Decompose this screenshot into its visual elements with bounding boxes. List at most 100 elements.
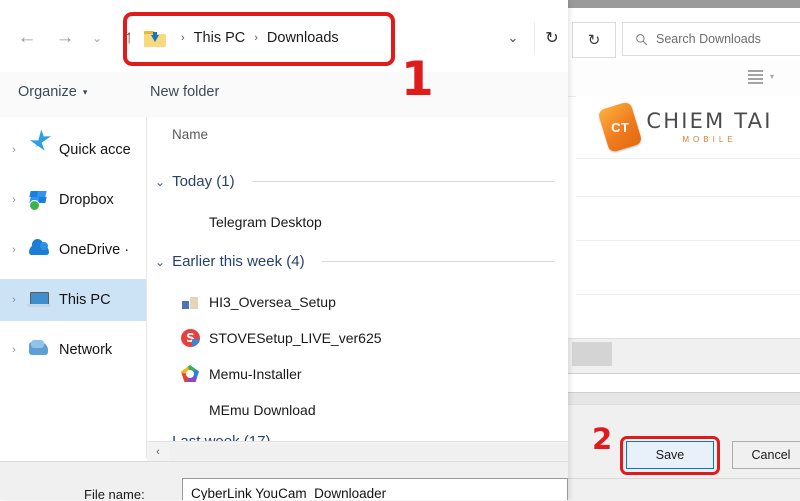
- background-separator: [576, 196, 800, 197]
- watermark-wordmark: CHIEM TAI MOBILE: [646, 108, 773, 144]
- breadcrumb-downloads[interactable]: Downloads: [267, 30, 339, 46]
- sidebar-item-this-pc[interactable]: › This PC: [0, 279, 146, 321]
- organize-menu-button[interactable]: Organize ▾: [18, 84, 87, 100]
- chevron-down-icon[interactable]: ⌄: [155, 255, 165, 269]
- sidebar-label: Network: [59, 342, 113, 358]
- background-search-placeholder: Search Downloads: [656, 32, 761, 46]
- annotation-step-2: 2: [592, 422, 613, 456]
- computer-icon: [27, 289, 52, 311]
- chevron-down-icon[interactable]: ⌄: [155, 175, 165, 189]
- file-list-pane[interactable]: Name ⌄ Today (1) Telegram Desktop ⌄ Earl…: [147, 117, 568, 441]
- file-name: HI3_Oversea_Setup: [209, 294, 336, 310]
- chevron-down-icon: ▾: [82, 86, 88, 97]
- expand-chevron-icon[interactable]: ›: [0, 194, 28, 206]
- save-button[interactable]: Save: [626, 441, 714, 469]
- file-name: Telegram Desktop: [209, 214, 322, 230]
- new-folder-label: New folder: [150, 84, 220, 100]
- organize-label: Organize: [18, 84, 77, 100]
- list-view-icon: [748, 70, 763, 84]
- background-panel-block: [572, 342, 612, 366]
- dialog-footer-divider: [568, 478, 800, 479]
- group-header-today[interactable]: ⌄ Today (1): [155, 173, 555, 190]
- group-rule: [321, 261, 555, 262]
- downloads-folder-icon: [144, 29, 166, 47]
- folder-icon: [181, 401, 200, 419]
- background-separator: [576, 240, 800, 241]
- group-label: Last week (17): [172, 433, 270, 441]
- sidebar-item-dropbox[interactable]: › Dropbox: [0, 179, 146, 221]
- sidebar-label: OneDrive ·: [59, 242, 130, 258]
- file-row-memu-installer[interactable]: Memu-Installer: [181, 365, 302, 383]
- network-icon: [28, 339, 52, 361]
- filename-input[interactable]: CyberLink YouCam_Downloader: [182, 478, 568, 500]
- forward-button[interactable]: →: [46, 22, 84, 54]
- chevron-down-icon: ▾: [770, 72, 775, 81]
- address-refresh-button[interactable]: ↻: [534, 22, 568, 54]
- expand-chevron-icon[interactable]: ›: [0, 294, 28, 306]
- star-icon: [28, 135, 52, 161]
- folder-icon: [181, 213, 200, 231]
- scrollbar-track[interactable]: [169, 444, 568, 460]
- file-row-memu-download[interactable]: MEmu Download: [181, 401, 316, 419]
- recent-locations-button[interactable]: ⌄: [84, 22, 110, 54]
- chevron-down-icon: ⌄: [507, 30, 519, 45]
- address-bar[interactable]: › This PC › Downloads: [130, 22, 500, 54]
- breadcrumb-separator: ›: [254, 32, 258, 44]
- sidebar-item-quick-access[interactable]: › Quick acce: [0, 129, 146, 171]
- address-dropdown-button[interactable]: ⌄: [496, 22, 530, 54]
- file-explorer-window: ← → ⌄ ↑ › This PC › Downloads ⌄ ↻ Organi…: [0, 0, 568, 500]
- memu-app-icon: [181, 365, 200, 383]
- navigation-sidebar: › Quick acce › Dropbox › OneDrive · › Th…: [0, 117, 147, 458]
- sidebar-label: Quick acce: [59, 142, 131, 158]
- back-button[interactable]: ←: [8, 22, 46, 54]
- expand-chevron-icon[interactable]: ›: [0, 344, 28, 356]
- group-header-earlier-this-week[interactable]: ⌄ Earlier this week (4): [155, 253, 555, 270]
- file-name: STOVESetup_LIVE_ver625: [209, 330, 382, 346]
- file-row-hi3-oversea-setup[interactable]: HI3_Oversea_Setup: [181, 293, 336, 311]
- file-name: Memu-Installer: [209, 366, 302, 382]
- forward-arrow-icon: →: [55, 27, 75, 48]
- file-name: MEmu Download: [209, 402, 316, 418]
- sidebar-item-network[interactable]: › Network: [0, 329, 146, 371]
- group-rule: [251, 181, 555, 182]
- chevron-down-icon: ⌄: [91, 31, 103, 45]
- background-refresh-button[interactable]: ↻: [572, 22, 616, 58]
- new-folder-button[interactable]: New folder: [150, 84, 219, 100]
- watermark-sub-text: MOBILE: [682, 134, 737, 144]
- search-icon: [636, 33, 648, 45]
- watermark-main-text: CHIEM TAI: [646, 108, 773, 133]
- sidebar-label: This PC: [59, 292, 111, 308]
- back-arrow-icon: ←: [17, 27, 37, 48]
- scroll-left-arrow-icon[interactable]: ‹: [147, 446, 169, 458]
- refresh-icon: ↻: [587, 32, 601, 49]
- expand-chevron-icon[interactable]: ›: [0, 144, 28, 156]
- onedrive-cloud-icon: [28, 239, 52, 261]
- application-icon: [181, 293, 200, 311]
- breadcrumb-separator: ›: [181, 32, 185, 44]
- group-label: Earlier this week (4): [172, 253, 305, 270]
- background-search-box[interactable]: Search Downloads: [622, 22, 800, 56]
- expand-chevron-icon[interactable]: ›: [0, 244, 28, 256]
- filename-label: File name:: [84, 487, 145, 500]
- sidebar-item-onedrive[interactable]: › OneDrive ·: [0, 229, 146, 271]
- navigation-buttons: ← → ⌄ ↑: [8, 22, 148, 54]
- ct-logo-badge: CT: [597, 100, 644, 154]
- annotation-step-1: 1: [401, 52, 434, 107]
- column-header-name[interactable]: Name: [172, 127, 208, 142]
- group-label: Today (1): [172, 173, 235, 190]
- refresh-icon: ↻: [545, 30, 559, 47]
- background-window-titlebar: [568, 0, 800, 8]
- breadcrumb-this-pc[interactable]: This PC: [194, 30, 246, 46]
- ct-logo-text: CT: [611, 119, 630, 135]
- horizontal-scrollbar[interactable]: ‹: [147, 441, 568, 462]
- background-view-options[interactable]: ▾: [748, 70, 775, 84]
- dropbox-icon: [28, 189, 52, 211]
- cancel-button[interactable]: Cancel: [732, 441, 800, 469]
- stove-app-icon: S: [181, 329, 200, 347]
- group-header-last-week[interactable]: ⌄ Last week (17): [155, 433, 555, 441]
- file-row-stovesetup[interactable]: S STOVESetup_LIVE_ver625: [181, 329, 382, 347]
- background-separator: [576, 294, 800, 295]
- sidebar-label: Dropbox: [59, 192, 114, 208]
- chiem-tai-mobile-watermark: CT CHIEM TAI MOBILE: [576, 96, 800, 159]
- file-row-telegram-desktop[interactable]: Telegram Desktop: [181, 213, 322, 231]
